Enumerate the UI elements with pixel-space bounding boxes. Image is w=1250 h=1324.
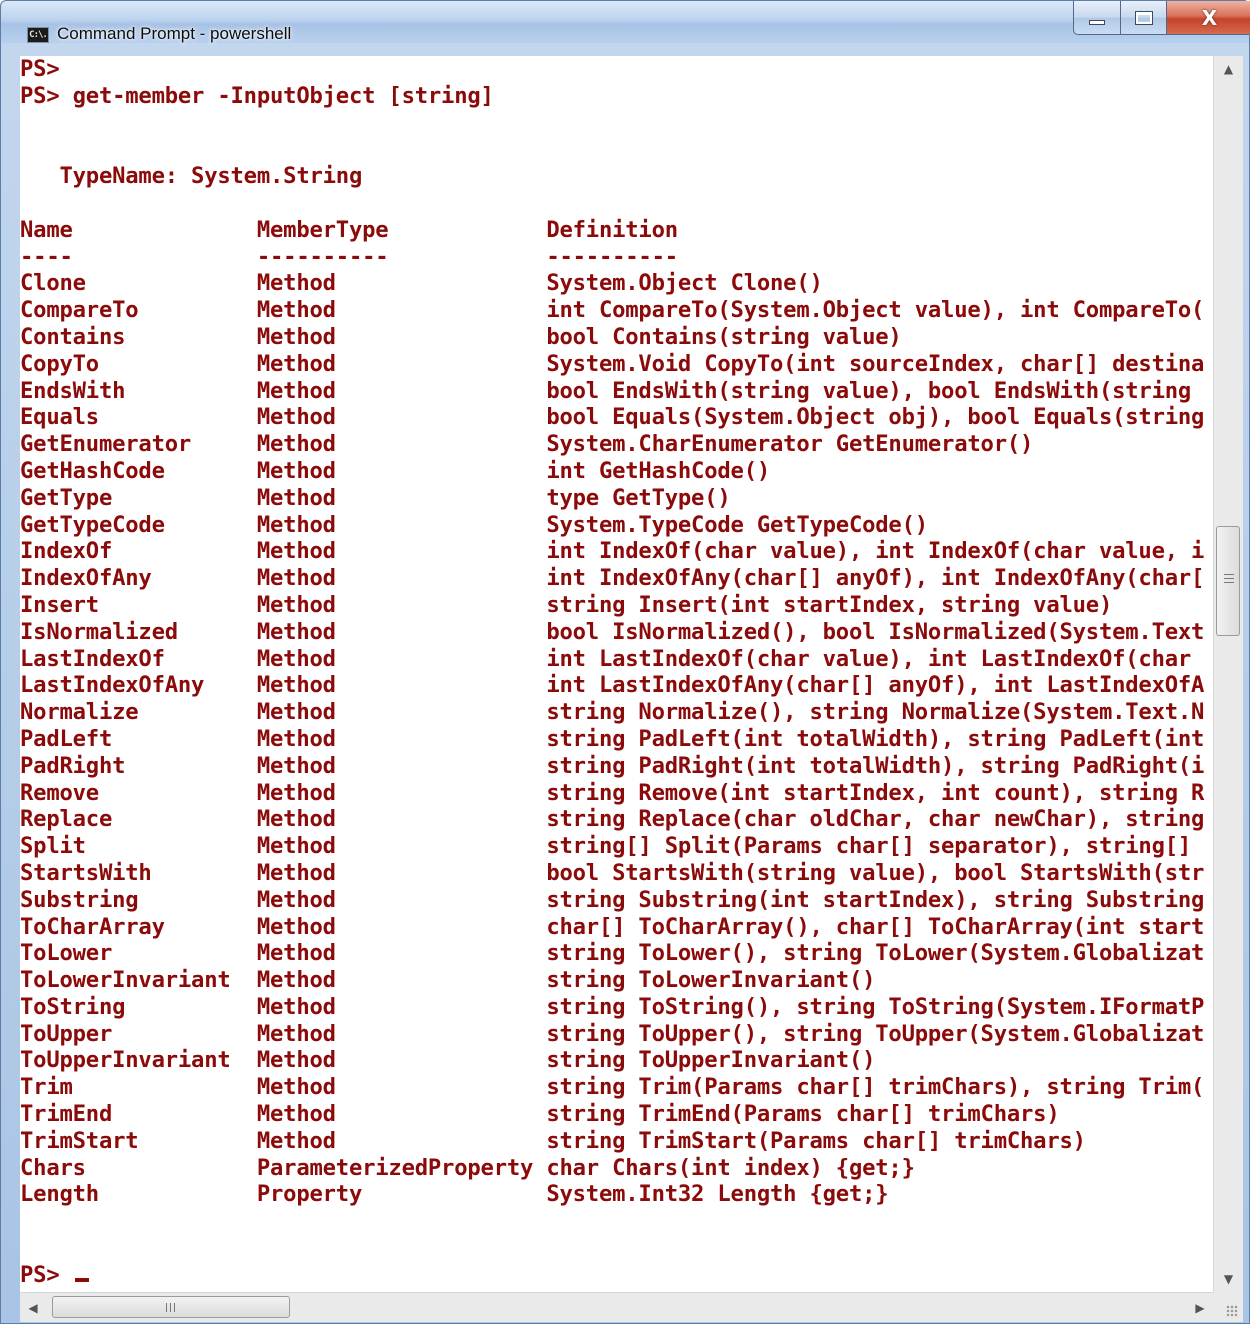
console-line: ---- ---------- ---------- [20, 243, 678, 270]
vertical-scrollbar[interactable]: ▲ ▼ [1213, 56, 1243, 1292]
scroll-up-button[interactable]: ▲ [1214, 56, 1243, 82]
title-bar[interactable]: C:\. Command Prompt - powershell X [1, 1, 1250, 43]
console-line: Remove Method string Remove(int startInd… [20, 779, 1205, 806]
console-line: Substring Method string Substring(int st… [20, 886, 1205, 913]
scroll-left-button[interactable]: ◀ [20, 1293, 46, 1322]
console-line: ToString Method string ToString(), strin… [20, 993, 1205, 1020]
console-icon[interactable]: C:\. [27, 27, 49, 43]
grip-icon [166, 1303, 178, 1312]
console-line: PS> [20, 1262, 1213, 1289]
console-line: Replace Method string Replace(char oldCh… [20, 806, 1205, 833]
console-line: Insert Method string Insert(int startInd… [20, 591, 1113, 618]
grip-icon [1224, 574, 1234, 586]
console-line: ToUpperInvariant Method string ToUpperIn… [20, 1047, 876, 1074]
scroll-right-button[interactable]: ▶ [1187, 1293, 1213, 1322]
window-title: Command Prompt - powershell [57, 24, 292, 43]
maximize-button[interactable] [1121, 1, 1167, 35]
console-line: GetType Method type GetType() [20, 484, 731, 511]
console-line: Chars ParameterizedProperty char Chars(i… [20, 1154, 915, 1181]
console-line: Equals Method bool Equals(System.Object … [20, 404, 1205, 431]
console-line: PadLeft Method string PadLeft(int totalW… [20, 725, 1205, 752]
console-line: ToCharArray Method char[] ToCharArray(),… [20, 913, 1205, 940]
maximize-icon [1134, 10, 1153, 25]
console-line: LastIndexOf Method int LastIndexOf(char … [20, 645, 1192, 672]
close-button[interactable]: X [1167, 1, 1250, 35]
console-line: TrimEnd Method string TrimEnd(Params cha… [20, 1101, 1060, 1128]
arrow-right-icon: ▶ [1195, 1300, 1205, 1315]
caption-buttons: X [1073, 1, 1250, 35]
console-line: GetTypeCode Method System.TypeCode GetTy… [20, 511, 928, 538]
arrow-up-icon: ▲ [1223, 62, 1234, 76]
console-line: PS> [20, 56, 60, 82]
minimize-button[interactable] [1073, 1, 1121, 35]
console-line: StartsWith Method bool StartsWith(string… [20, 859, 1205, 886]
console-line: IndexOf Method int IndexOf(char value), … [20, 538, 1205, 565]
horizontal-scroll-thumb[interactable] [52, 1296, 290, 1318]
console-line: CompareTo Method int CompareTo(System.Ob… [20, 297, 1205, 324]
horizontal-scrollbar[interactable]: ◀ ▶ [20, 1292, 1213, 1322]
console-line: ToUpper Method string ToUpper(), string … [20, 1020, 1205, 1047]
console-line: IsNormalized Method bool IsNormalized(),… [20, 618, 1205, 645]
console-line: TypeName: System.String [20, 163, 363, 190]
console-line: TrimStart Method string TrimStart(Params… [20, 1127, 1086, 1154]
console-line: ToLower Method string ToLower(), string … [20, 940, 1205, 967]
arrow-down-icon: ▼ [1223, 1272, 1234, 1286]
console-line: Normalize Method string Normalize(), str… [20, 699, 1205, 726]
console-line: Trim Method string Trim(Params char[] tr… [20, 1074, 1205, 1101]
close-icon: X [1201, 5, 1218, 30]
console-line: Split Method string[] Split(Params char[… [20, 833, 1192, 860]
scroll-down-button[interactable]: ▼ [1214, 1266, 1243, 1292]
text-cursor [74, 1277, 89, 1282]
vertical-scroll-thumb[interactable] [1216, 526, 1240, 636]
console-line: PS> get-member -InputObject [string] [20, 82, 494, 109]
console-line: GetHashCode Method int GetHashCode() [20, 457, 771, 484]
minimize-icon [1089, 20, 1105, 25]
console-line: Name MemberType Definition [20, 216, 678, 243]
arrow-left-icon: ◀ [28, 1300, 38, 1315]
console-output[interactable]: PS> PS> get-member -InputObject [string] … [20, 56, 1213, 1292]
console-line: PadRight Method string PadRight(int tota… [20, 752, 1205, 779]
console-window: C:\. Command Prompt - powershell X PS> PS… [0, 0, 1250, 1324]
console-line: IndexOfAny Method int IndexOfAny(char[] … [20, 565, 1205, 592]
console-text: PS> PS> get-member -InputObject [string] … [20, 56, 1213, 1289]
console-line: ToLowerInvariant Method string ToLowerIn… [20, 967, 876, 994]
size-grip[interactable] [1213, 1292, 1243, 1322]
console-line: EndsWith Method bool EndsWith(string val… [20, 377, 1192, 404]
console-line: Clone Method System.Object Clone() [20, 270, 823, 297]
console-line: Contains Method bool Contains(string val… [20, 323, 902, 350]
console-line: Length Property System.Int32 Length {get… [20, 1181, 889, 1208]
console-line: LastIndexOfAny Method int LastIndexOfAny… [20, 672, 1205, 699]
console-line: GetEnumerator Method System.CharEnumerat… [20, 431, 1034, 458]
console-line: CopyTo Method System.Void CopyTo(int sou… [20, 350, 1205, 377]
